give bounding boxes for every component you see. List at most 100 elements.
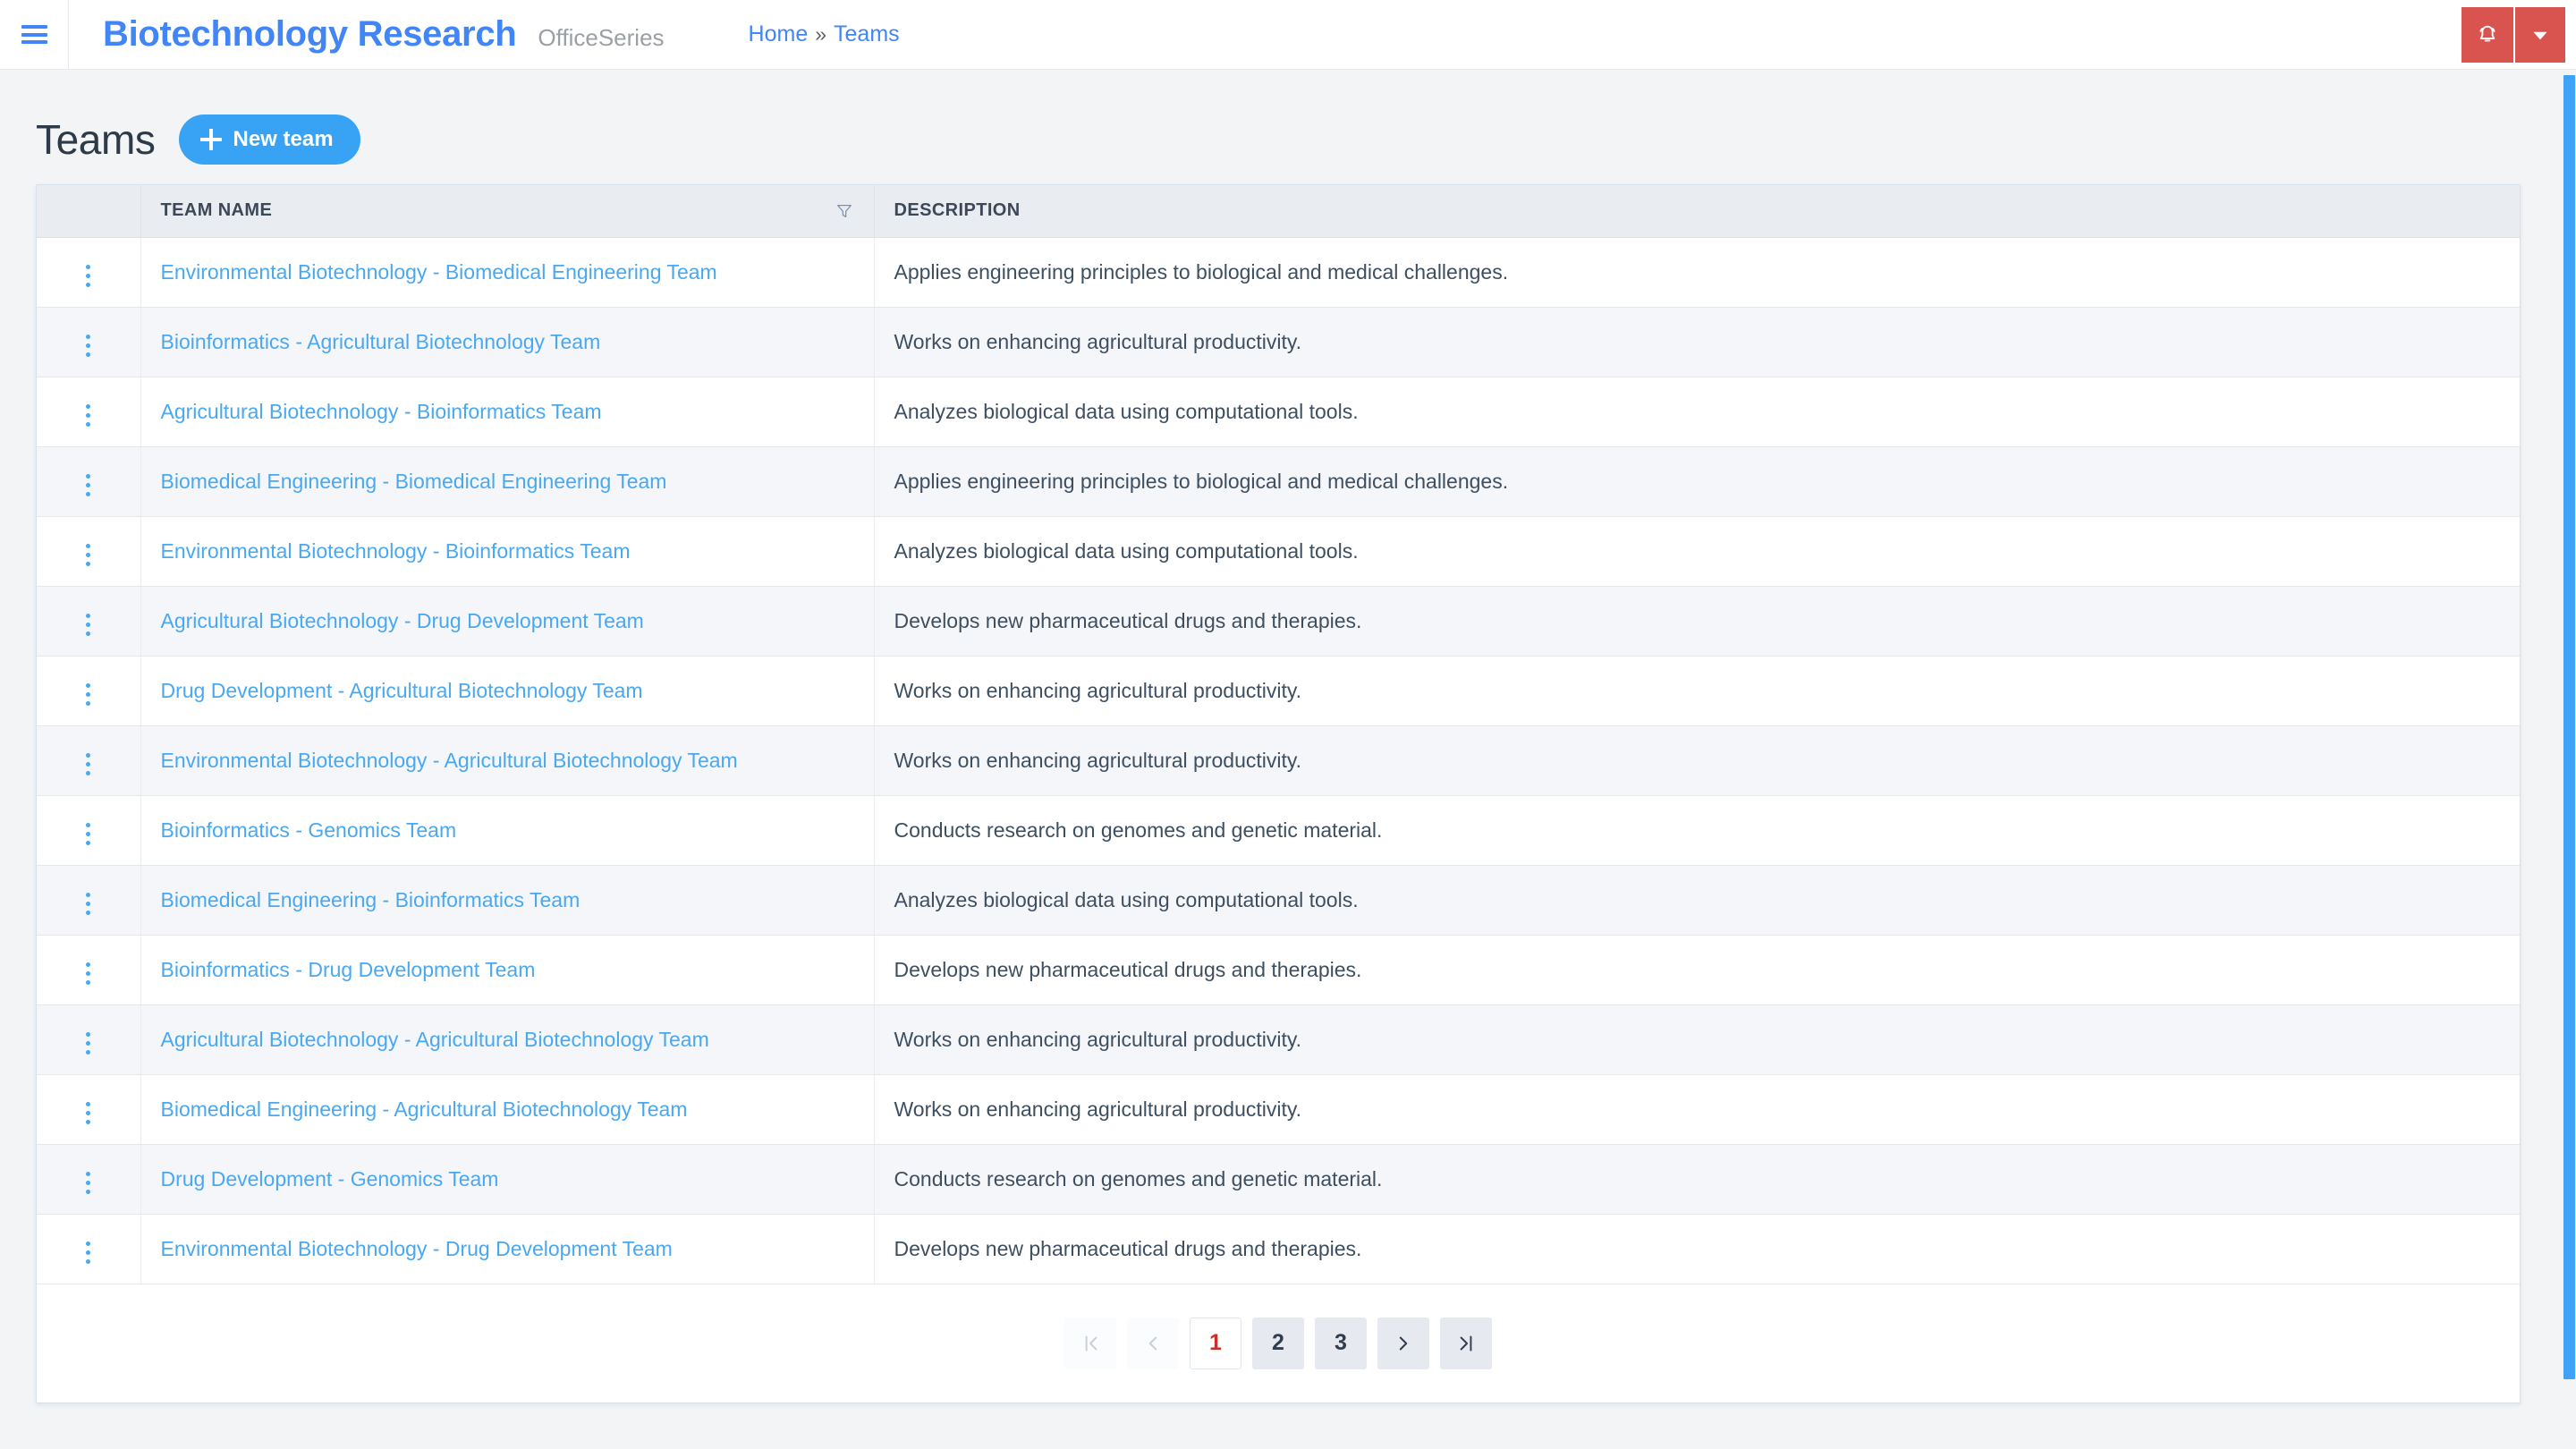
team-name-link[interactable]: Environmental Biotechnology - Biomedical…	[161, 260, 717, 284]
team-name-link[interactable]: Drug Development - Agricultural Biotechn…	[161, 679, 643, 702]
table-row: Biomedical Engineering - Agricultural Bi…	[37, 1074, 2520, 1145]
kebab-menu-icon[interactable]	[73, 676, 103, 713]
column-header-team-name[interactable]: TEAM NAME	[140, 185, 875, 238]
kebab-menu-icon[interactable]	[73, 746, 103, 783]
team-name-link[interactable]: Biomedical Engineering - Agricultural Bi…	[161, 1097, 688, 1121]
team-name-cell: Bioinformatics - Genomics Team	[140, 795, 875, 866]
breadcrumb: Home » Teams	[749, 21, 900, 47]
team-name-cell: Bioinformatics - Agricultural Biotechnol…	[140, 307, 875, 377]
new-team-button-label: New team	[233, 127, 334, 151]
row-menu-cell	[37, 307, 141, 377]
column-header-description[interactable]: DESCRIPTION	[874, 185, 2520, 238]
row-menu-cell	[37, 935, 141, 1005]
row-menu-cell	[37, 1004, 141, 1075]
breadcrumb-separator-icon: »	[815, 22, 827, 46]
table-body: Environmental Biotechnology - Biomedical…	[37, 237, 2520, 1284]
kebab-menu-icon[interactable]	[73, 886, 103, 922]
team-name-cell: Biomedical Engineering - Agricultural Bi…	[140, 1074, 875, 1145]
menu-toggle-button[interactable]	[0, 0, 68, 70]
team-description-cell: Works on enhancing agricultural producti…	[874, 307, 2520, 377]
team-name-cell: Biomedical Engineering - Biomedical Engi…	[140, 446, 875, 517]
team-name-cell: Agricultural Biotechnology - Drug Develo…	[140, 586, 875, 657]
row-menu-cell	[37, 865, 141, 936]
team-name-link[interactable]: Environmental Biotechnology - Bioinforma…	[161, 539, 631, 563]
brand-subtitle: OfficeSeries	[538, 24, 665, 51]
plus-icon	[199, 129, 222, 150]
breadcrumb-teams[interactable]: Teams	[834, 21, 900, 47]
pagination-first-button[interactable]	[1064, 1317, 1116, 1369]
team-name-cell: Environmental Biotechnology - Drug Devel…	[140, 1214, 875, 1284]
pagination-last-button[interactable]	[1440, 1317, 1492, 1369]
team-description-cell: Works on enhancing agricultural producti…	[874, 656, 2520, 726]
pagination-prev-button[interactable]	[1127, 1317, 1179, 1369]
kebab-menu-icon[interactable]	[73, 537, 103, 573]
kebab-menu-icon[interactable]	[73, 397, 103, 434]
kebab-menu-icon[interactable]	[73, 955, 103, 992]
pagination-page-3[interactable]: 3	[1315, 1317, 1367, 1369]
notifications-button[interactable]	[2462, 7, 2513, 63]
kebab-menu-icon[interactable]	[73, 1165, 103, 1201]
kebab-menu-icon[interactable]	[73, 467, 103, 504]
table-row: Bioinformatics - Drug Development Team De…	[37, 935, 2520, 1005]
team-name-link[interactable]: Biomedical Engineering - Biomedical Engi…	[161, 470, 667, 493]
filter-icon[interactable]	[835, 201, 854, 221]
pagination-next-button[interactable]	[1377, 1317, 1429, 1369]
pagination-page-2[interactable]: 2	[1252, 1317, 1304, 1369]
teams-table: TEAM NAME DESCRIPTION Environmental Biot…	[37, 185, 2520, 1284]
new-team-button[interactable]: New team	[178, 114, 360, 165]
table-row: Biomedical Engineering - Bioinformatics …	[37, 865, 2520, 936]
row-menu-cell	[37, 237, 141, 308]
kebab-menu-icon[interactable]	[73, 816, 103, 852]
team-name-cell: Agricultural Biotechnology - Agricultura…	[140, 1004, 875, 1075]
breadcrumb-home[interactable]: Home	[749, 21, 809, 47]
bell-icon	[2479, 25, 2496, 42]
vertical-scrollbar-track[interactable]	[2562, 70, 2576, 1449]
kebab-menu-icon[interactable]	[73, 327, 103, 364]
team-name-link[interactable]: Bioinformatics - Genomics Team	[161, 818, 457, 842]
team-description-cell: Develops new pharmaceutical drugs and th…	[874, 935, 2520, 1005]
team-name-link[interactable]: Bioinformatics - Drug Development Team	[161, 958, 536, 981]
column-header-team-name-label: TEAM NAME	[160, 200, 273, 221]
table-row: Drug Development - Agricultural Biotechn…	[37, 656, 2520, 726]
kebab-menu-icon[interactable]	[73, 606, 103, 643]
column-header-menu	[37, 185, 141, 238]
row-menu-cell	[37, 1214, 141, 1284]
team-name-cell: Environmental Biotechnology - Biomedical…	[140, 237, 875, 308]
chevron-down-icon	[2533, 31, 2547, 40]
row-menu-cell	[37, 725, 141, 796]
kebab-menu-icon[interactable]	[73, 1025, 103, 1062]
team-name-link[interactable]: Agricultural Biotechnology - Agricultura…	[161, 1028, 709, 1051]
pagination-page-1[interactable]: 1	[1190, 1317, 1241, 1369]
row-menu-cell	[37, 1074, 141, 1145]
team-name-link[interactable]: Bioinformatics - Agricultural Biotechnol…	[161, 330, 601, 353]
team-name-link[interactable]: Biomedical Engineering - Bioinformatics …	[161, 888, 580, 911]
team-description-cell: Applies engineering principles to biolog…	[874, 446, 2520, 517]
kebab-menu-icon[interactable]	[73, 258, 103, 294]
team-description-cell: Analyzes biological data using computati…	[874, 865, 2520, 936]
chevron-left-icon	[1148, 1336, 1157, 1350]
team-name-link[interactable]: Environmental Biotechnology - Agricultur…	[161, 749, 738, 772]
team-description-cell: Conducts research on genomes and genetic…	[874, 1144, 2520, 1215]
team-name-link[interactable]: Drug Development - Genomics Team	[161, 1167, 499, 1191]
team-name-link[interactable]: Environmental Biotechnology - Drug Devel…	[161, 1237, 673, 1260]
vertical-scrollbar-thumb[interactable]	[2563, 75, 2575, 1379]
team-name-cell: Biomedical Engineering - Bioinformatics …	[140, 865, 875, 936]
table-row: Environmental Biotechnology - Drug Devel…	[37, 1214, 2520, 1284]
team-name-link[interactable]: Agricultural Biotechnology - Bioinformat…	[161, 400, 602, 423]
row-menu-cell	[37, 446, 141, 517]
table-row: Environmental Biotechnology - Bioinforma…	[37, 516, 2520, 587]
team-description-cell: Develops new pharmaceutical drugs and th…	[874, 1214, 2520, 1284]
team-name-cell: Agricultural Biotechnology - Bioinformat…	[140, 377, 875, 447]
user-dropdown-button[interactable]	[2513, 7, 2565, 63]
team-description-cell: Works on enhancing agricultural producti…	[874, 725, 2520, 796]
last-page-icon	[1460, 1335, 1472, 1352]
kebab-menu-icon[interactable]	[73, 1234, 103, 1271]
team-name-link[interactable]: Agricultural Biotechnology - Drug Develo…	[161, 609, 644, 632]
table-row: Environmental Biotechnology - Agricultur…	[37, 725, 2520, 796]
top-navbar: Biotechnology Research OfficeSeries Home…	[0, 0, 2576, 70]
team-name-cell: Bioinformatics - Drug Development Team	[140, 935, 875, 1005]
row-menu-cell	[37, 656, 141, 726]
team-description-cell: Develops new pharmaceutical drugs and th…	[874, 586, 2520, 657]
kebab-menu-icon[interactable]	[73, 1095, 103, 1131]
table-row: Agricultural Biotechnology - Drug Develo…	[37, 586, 2520, 657]
